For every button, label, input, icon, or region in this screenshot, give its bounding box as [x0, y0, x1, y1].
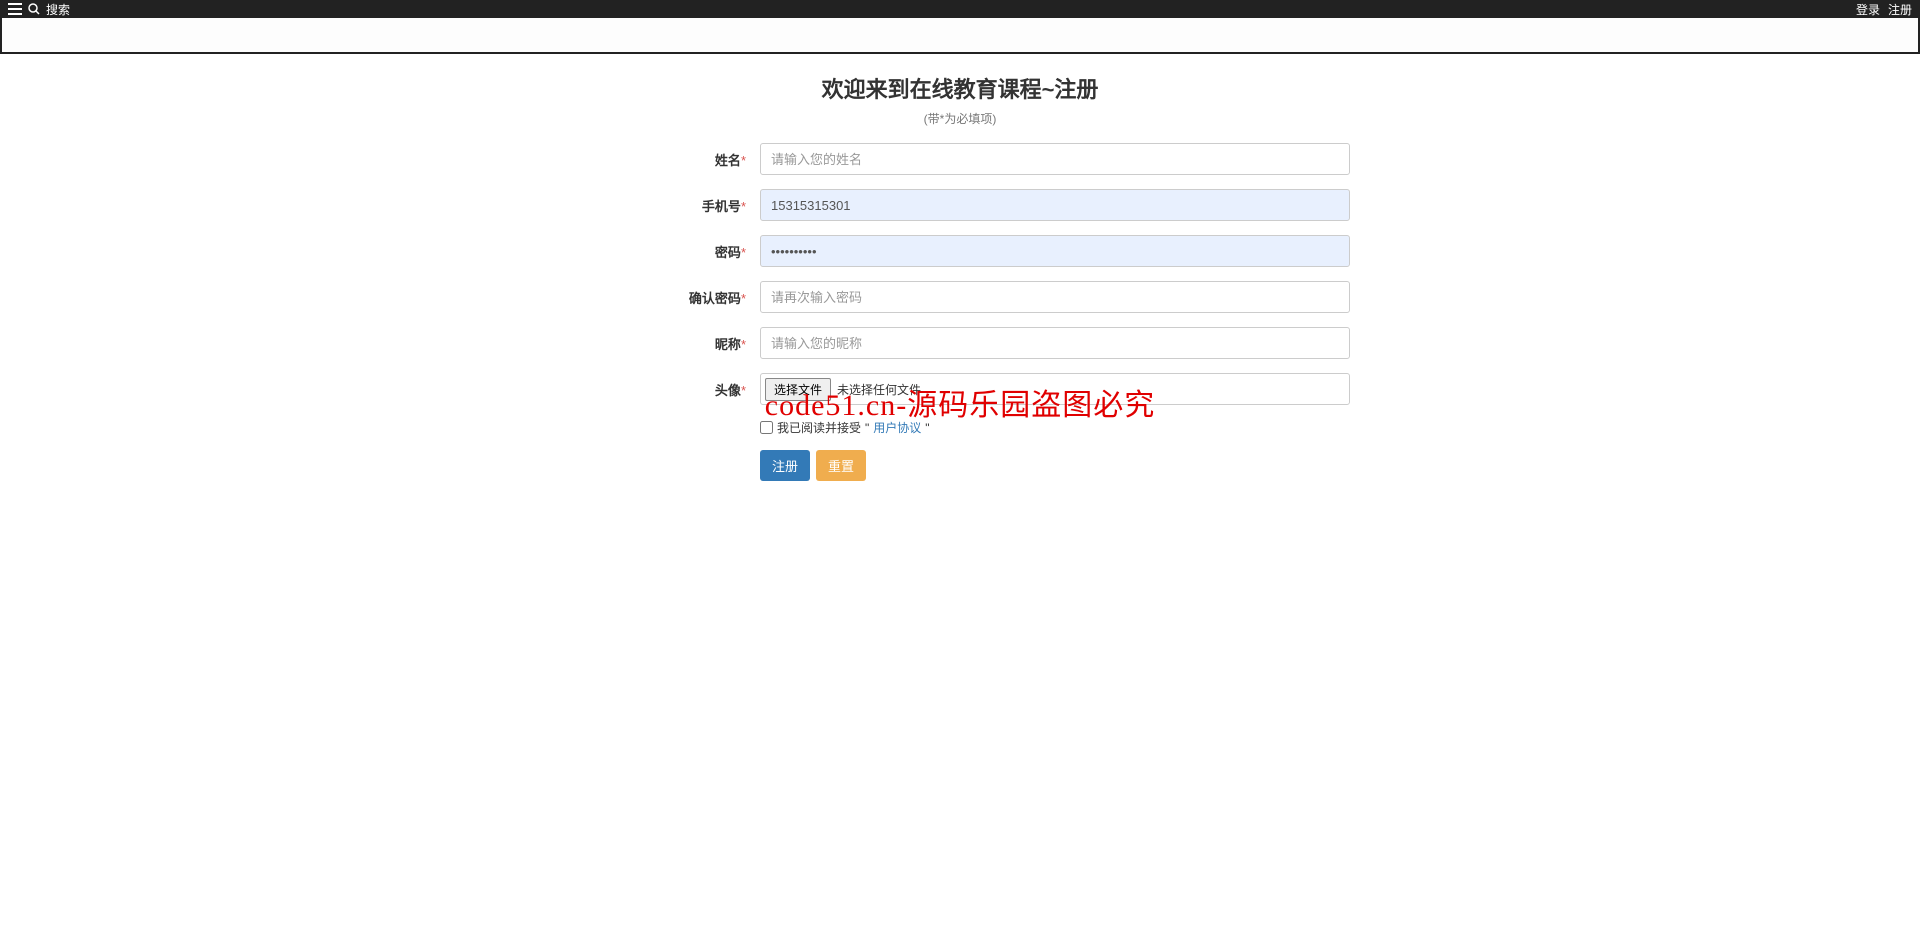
menu-icon[interactable] — [8, 3, 22, 15]
agreement-text: 我已阅读并接受 — [777, 419, 861, 436]
agreement-quote-close: " — [925, 421, 929, 435]
form-row-name: 姓名* — [570, 143, 1350, 175]
password-label: 密码* — [570, 242, 760, 261]
page-subtitle: (带*为必填项) — [0, 110, 1920, 127]
agreement-checkbox[interactable] — [760, 421, 773, 434]
password-input[interactable] — [760, 235, 1350, 267]
navbar-register-link[interactable]: 注册 — [1888, 1, 1912, 18]
confirm-password-label: 确认密码* — [570, 288, 760, 307]
form-row-phone: 手机号* — [570, 189, 1350, 221]
agreement-quote-open: " — [865, 421, 869, 435]
avatar-label: 头像* — [570, 380, 760, 399]
register-button[interactable]: 注册 — [760, 450, 810, 481]
nickname-input[interactable] — [760, 327, 1350, 359]
name-input[interactable] — [760, 143, 1350, 175]
avatar-file-input[interactable]: 选择文件 未选择任何文件 — [760, 373, 1350, 405]
sub-navbar — [0, 18, 1920, 54]
user-agreement-link[interactable]: 用户协议 — [873, 419, 921, 436]
navbar-right: 登录 注册 — [1856, 1, 1912, 18]
form-row-avatar: 头像* 选择文件 未选择任何文件 — [570, 373, 1350, 405]
file-status-text: 未选择任何文件 — [831, 381, 921, 398]
name-label: 姓名* — [570, 150, 760, 169]
confirm-password-input[interactable] — [760, 281, 1350, 313]
phone-label: 手机号* — [570, 196, 760, 215]
form-row-confirm-password: 确认密码* — [570, 281, 1350, 313]
phone-input[interactable] — [760, 189, 1350, 221]
navbar-search-link[interactable]: 搜索 — [46, 1, 70, 18]
nickname-label: 昵称* — [570, 334, 760, 353]
button-row: 注册 重置 — [760, 450, 1350, 481]
form-row-nickname: 昵称* — [570, 327, 1350, 359]
top-navbar: 搜索 登录 注册 — [0, 0, 1920, 18]
reset-button[interactable]: 重置 — [816, 450, 866, 481]
register-form: 姓名* 手机号* 密码* 确认密码* 昵称* 头像* 选择文件 — [570, 143, 1350, 481]
page-title: 欢迎来到在线教育课程~注册 — [0, 72, 1920, 104]
navbar-login-link[interactable]: 登录 — [1856, 1, 1880, 18]
navbar-left: 搜索 — [8, 1, 70, 18]
file-select-button[interactable]: 选择文件 — [765, 378, 831, 401]
search-icon[interactable] — [28, 3, 40, 15]
form-row-password: 密码* — [570, 235, 1350, 267]
agreement-row: 我已阅读并接受 " 用户协议 " — [760, 419, 1350, 436]
